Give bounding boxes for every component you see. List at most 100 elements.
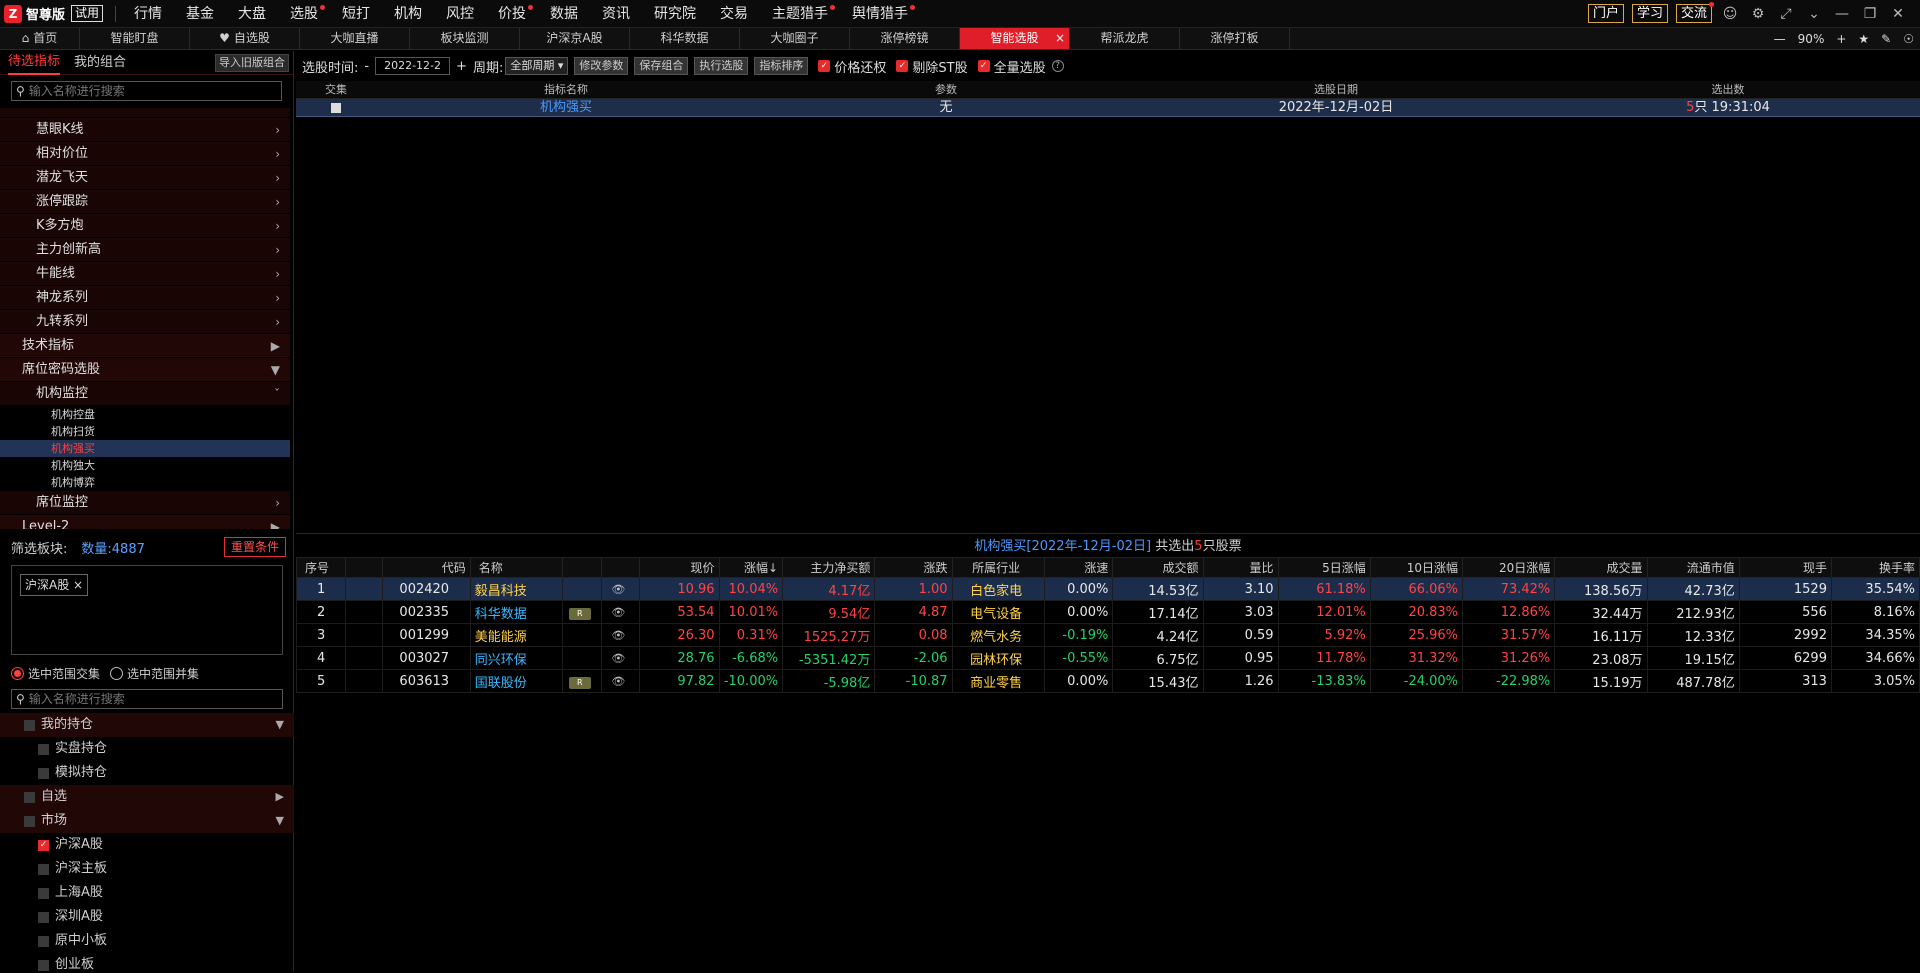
eye-cell[interactable]: 👁	[600, 577, 641, 601]
menu-item-7[interactable]: 价投	[486, 0, 538, 28]
market-item-7[interactable]: 上海A股	[0, 881, 294, 905]
tree-inst-monitor[interactable]: 机构监控 ˇ	[0, 382, 290, 406]
exclude-st-checkbox[interactable]: ✓ 剔除ST股	[896, 57, 968, 76]
tab-8[interactable]: 涨停榜镜	[850, 28, 960, 49]
tree-item-3[interactable]: 涨停跟踪 ›	[0, 190, 290, 214]
tab-9[interactable]: 智能选股 ×	[960, 28, 1070, 49]
eye-icon[interactable]: 👁	[611, 629, 625, 642]
zoom-in-icon[interactable]: +	[1836, 32, 1846, 46]
stock-name[interactable]: 科华数据	[469, 600, 563, 624]
col-header-0[interactable]: 序号	[295, 557, 347, 578]
col-header-16[interactable]: 20日涨幅	[1462, 557, 1556, 578]
learn-button[interactable]: 学习	[1631, 4, 1668, 23]
indicator-col-1[interactable]: 指标名称	[376, 81, 756, 98]
checkbox[interactable]	[24, 719, 35, 731]
tab-my-combos[interactable]: 我的组合	[74, 52, 126, 74]
date-field[interactable]: 2022-12-2	[375, 57, 451, 75]
menu-item-11[interactable]: 交易	[708, 0, 760, 28]
indicator-col-2[interactable]: 参数	[756, 81, 1136, 98]
restore-icon[interactable]: ❐	[1856, 0, 1884, 28]
menu-item-9[interactable]: 资讯	[590, 0, 642, 28]
eye-icon[interactable]: 👁	[611, 606, 625, 619]
network-icon[interactable]: ☉	[1903, 32, 1914, 46]
table-row[interactable]: 3 001299 美能能源 👁 26.30 0.31% 1525.27万 0.08 燃气水务 -0…	[295, 623, 1920, 647]
eye-cell[interactable]: 👁	[600, 623, 641, 647]
date-prev-button[interactable]: -	[364, 59, 369, 74]
indicator-name[interactable]: 机构强买	[376, 99, 756, 116]
col-header-15[interactable]: 10日涨幅	[1369, 557, 1464, 578]
indicator-col-4[interactable]: 选出数	[1536, 81, 1920, 98]
col-header-1[interactable]	[345, 557, 383, 578]
intersect-checkbox[interactable]	[331, 103, 341, 113]
checkbox[interactable]	[38, 863, 49, 875]
checkbox[interactable]	[38, 743, 49, 755]
market-item-9[interactable]: 原中小板	[0, 929, 294, 953]
tab-candidate-indicators[interactable]: 待选指标	[8, 51, 61, 75]
eye-cell[interactable]: 👁	[600, 600, 641, 624]
minimize-icon[interactable]: —	[1828, 0, 1856, 28]
menu-item-0[interactable]: 行情	[122, 0, 174, 28]
period-select[interactable]: 全部周期 ▾	[505, 57, 569, 75]
checkbox[interactable]	[38, 935, 49, 947]
tree-item-1[interactable]: 相对价位 ›	[0, 142, 290, 166]
stock-name[interactable]: 美能能源	[469, 623, 563, 647]
tree-sub-item-4[interactable]: 机构博弈	[0, 474, 290, 491]
checkbox[interactable]	[38, 767, 49, 779]
menu-item-5[interactable]: 机构	[382, 0, 434, 28]
col-header-19[interactable]: 现手	[1738, 557, 1832, 578]
radio-union[interactable]	[110, 666, 124, 680]
tree-item-6[interactable]: 牛能线 ›	[0, 262, 290, 286]
stock-name[interactable]: 国联股份	[469, 669, 563, 693]
col-header-11[interactable]: 涨速	[1043, 557, 1114, 578]
tree-seat-code[interactable]: 席位密码选股 ▼	[0, 358, 290, 382]
import-old-combo-button[interactable]: 导入旧版组合	[215, 53, 289, 72]
tree-sub-item-3[interactable]: 机构独大	[0, 457, 290, 474]
market-item-2[interactable]: 模拟持仓	[0, 761, 294, 785]
col-header-2[interactable]: 代码	[381, 557, 471, 578]
tree-item-0[interactable]: 慧眼K线 ›	[0, 118, 290, 142]
market-item-0[interactable]: 我的持仓 ▼	[0, 713, 294, 737]
col-header-4[interactable]	[561, 557, 602, 578]
tree-item-7[interactable]: 神龙系列 ›	[0, 286, 290, 310]
tab-4[interactable]: 板块监测	[410, 28, 520, 49]
eye-icon[interactable]: 👁	[611, 583, 625, 596]
settings-icon[interactable]: ⚙	[1744, 0, 1772, 28]
tab-10[interactable]: 帮派龙虎	[1070, 28, 1180, 49]
market-item-8[interactable]: 深圳A股	[0, 905, 294, 929]
user-icon[interactable]: ☺	[1716, 0, 1744, 28]
market-item-1[interactable]: 实盘持仓	[0, 737, 294, 761]
tree-tech-indicators[interactable]: 技术指标 ▶	[0, 334, 290, 358]
indicator-row[interactable]: 机构强买 无 2022年-12月-02日 5只 19:31:04	[296, 99, 1920, 117]
save-combo-button[interactable]: 保存组合	[634, 57, 689, 75]
execute-selection-button[interactable]: 执行选股	[694, 57, 749, 75]
col-header-7[interactable]: 涨幅↓	[718, 557, 784, 578]
market-item-10[interactable]: 创业板	[0, 953, 294, 973]
market-item-3[interactable]: 自选 ▶	[0, 785, 294, 809]
checkbox[interactable]	[24, 815, 35, 827]
chevron-down-icon[interactable]: ⌄	[1800, 0, 1828, 28]
price-adjust-checkbox[interactable]: ✓ 价格还权	[818, 57, 886, 76]
col-header-13[interactable]: 量比	[1202, 557, 1279, 578]
tree-sub-item-2[interactable]: 机构强买	[0, 440, 290, 457]
menu-item-2[interactable]: 大盘	[226, 0, 278, 28]
date-next-button[interactable]: +	[456, 59, 467, 74]
tab-close-icon[interactable]: ×	[1055, 28, 1065, 49]
table-row[interactable]: 2 002335 科华数据 R 👁 53.54 10.01% 9.54亿 4.87 电气设备 0.0…	[295, 600, 1920, 624]
modify-params-button[interactable]: 修改参数	[574, 57, 629, 75]
table-row[interactable]: 5 603613 国联股份 R 👁 97.82 -10.00% -5.98亿 -10.87 商业零…	[295, 669, 1920, 693]
tab-3[interactable]: 大咖直播	[300, 28, 410, 49]
intersect-cell[interactable]	[296, 99, 376, 116]
indicator-col-3[interactable]: 选股日期	[1136, 81, 1536, 98]
tab-2[interactable]: ♥ 自选股	[190, 28, 300, 49]
table-row[interactable]: 4 003027 同兴环保 👁 28.76 -6.68% -5351.42万 -2.06 园林环…	[295, 646, 1920, 670]
close-icon[interactable]: ✕	[1884, 0, 1912, 28]
eye-cell[interactable]: 👁	[600, 669, 641, 693]
col-header-17[interactable]: 成交量	[1554, 557, 1648, 578]
checkbox[interactable]	[38, 887, 49, 899]
checkbox[interactable]	[38, 911, 49, 923]
eye-icon[interactable]: 👁	[611, 675, 625, 688]
market-item-4[interactable]: 市场 ▼	[0, 809, 294, 833]
stock-name[interactable]: 毅昌科技	[469, 577, 563, 601]
menu-item-1[interactable]: 基金	[174, 0, 226, 28]
checkbox[interactable]	[24, 791, 35, 803]
